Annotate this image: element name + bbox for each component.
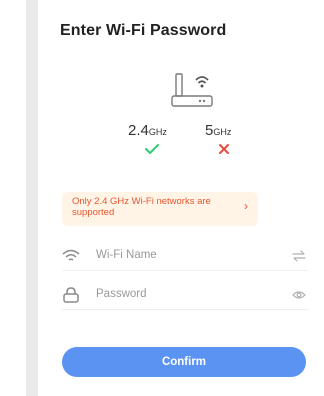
page-title: Enter Wi-Fi Password — [60, 22, 227, 39]
check-icon — [145, 144, 159, 154]
band-5ghz-label: 5GHz — [205, 122, 232, 139]
left-sidebar-strip — [26, 0, 38, 396]
band-support-notice[interactable]: Only 2.4 GHz Wi-Fi networks are supporte… — [62, 192, 258, 226]
lock-icon — [63, 287, 79, 303]
eye-icon[interactable] — [292, 289, 306, 301]
switch-network-icon[interactable] — [292, 250, 306, 262]
divider — [62, 309, 308, 310]
cross-icon — [219, 144, 229, 154]
chevron-right-icon: › — [244, 199, 248, 213]
password-placeholder: Password — [96, 288, 147, 300]
notice-text: Only 2.4 GHz Wi-Fi networks are supporte… — [72, 196, 211, 218]
confirm-button[interactable]: Confirm — [62, 347, 306, 377]
wifi-name-placeholder: Wi-Fi Name — [96, 249, 157, 261]
band-2-4ghz-label: 2.4GHz — [128, 122, 167, 139]
password-field[interactable]: Password — [62, 286, 308, 306]
divider — [62, 270, 308, 271]
router-icon — [171, 73, 213, 107]
wifi-name-field[interactable]: Wi-Fi Name — [62, 247, 308, 267]
wifi-icon — [62, 249, 80, 261]
